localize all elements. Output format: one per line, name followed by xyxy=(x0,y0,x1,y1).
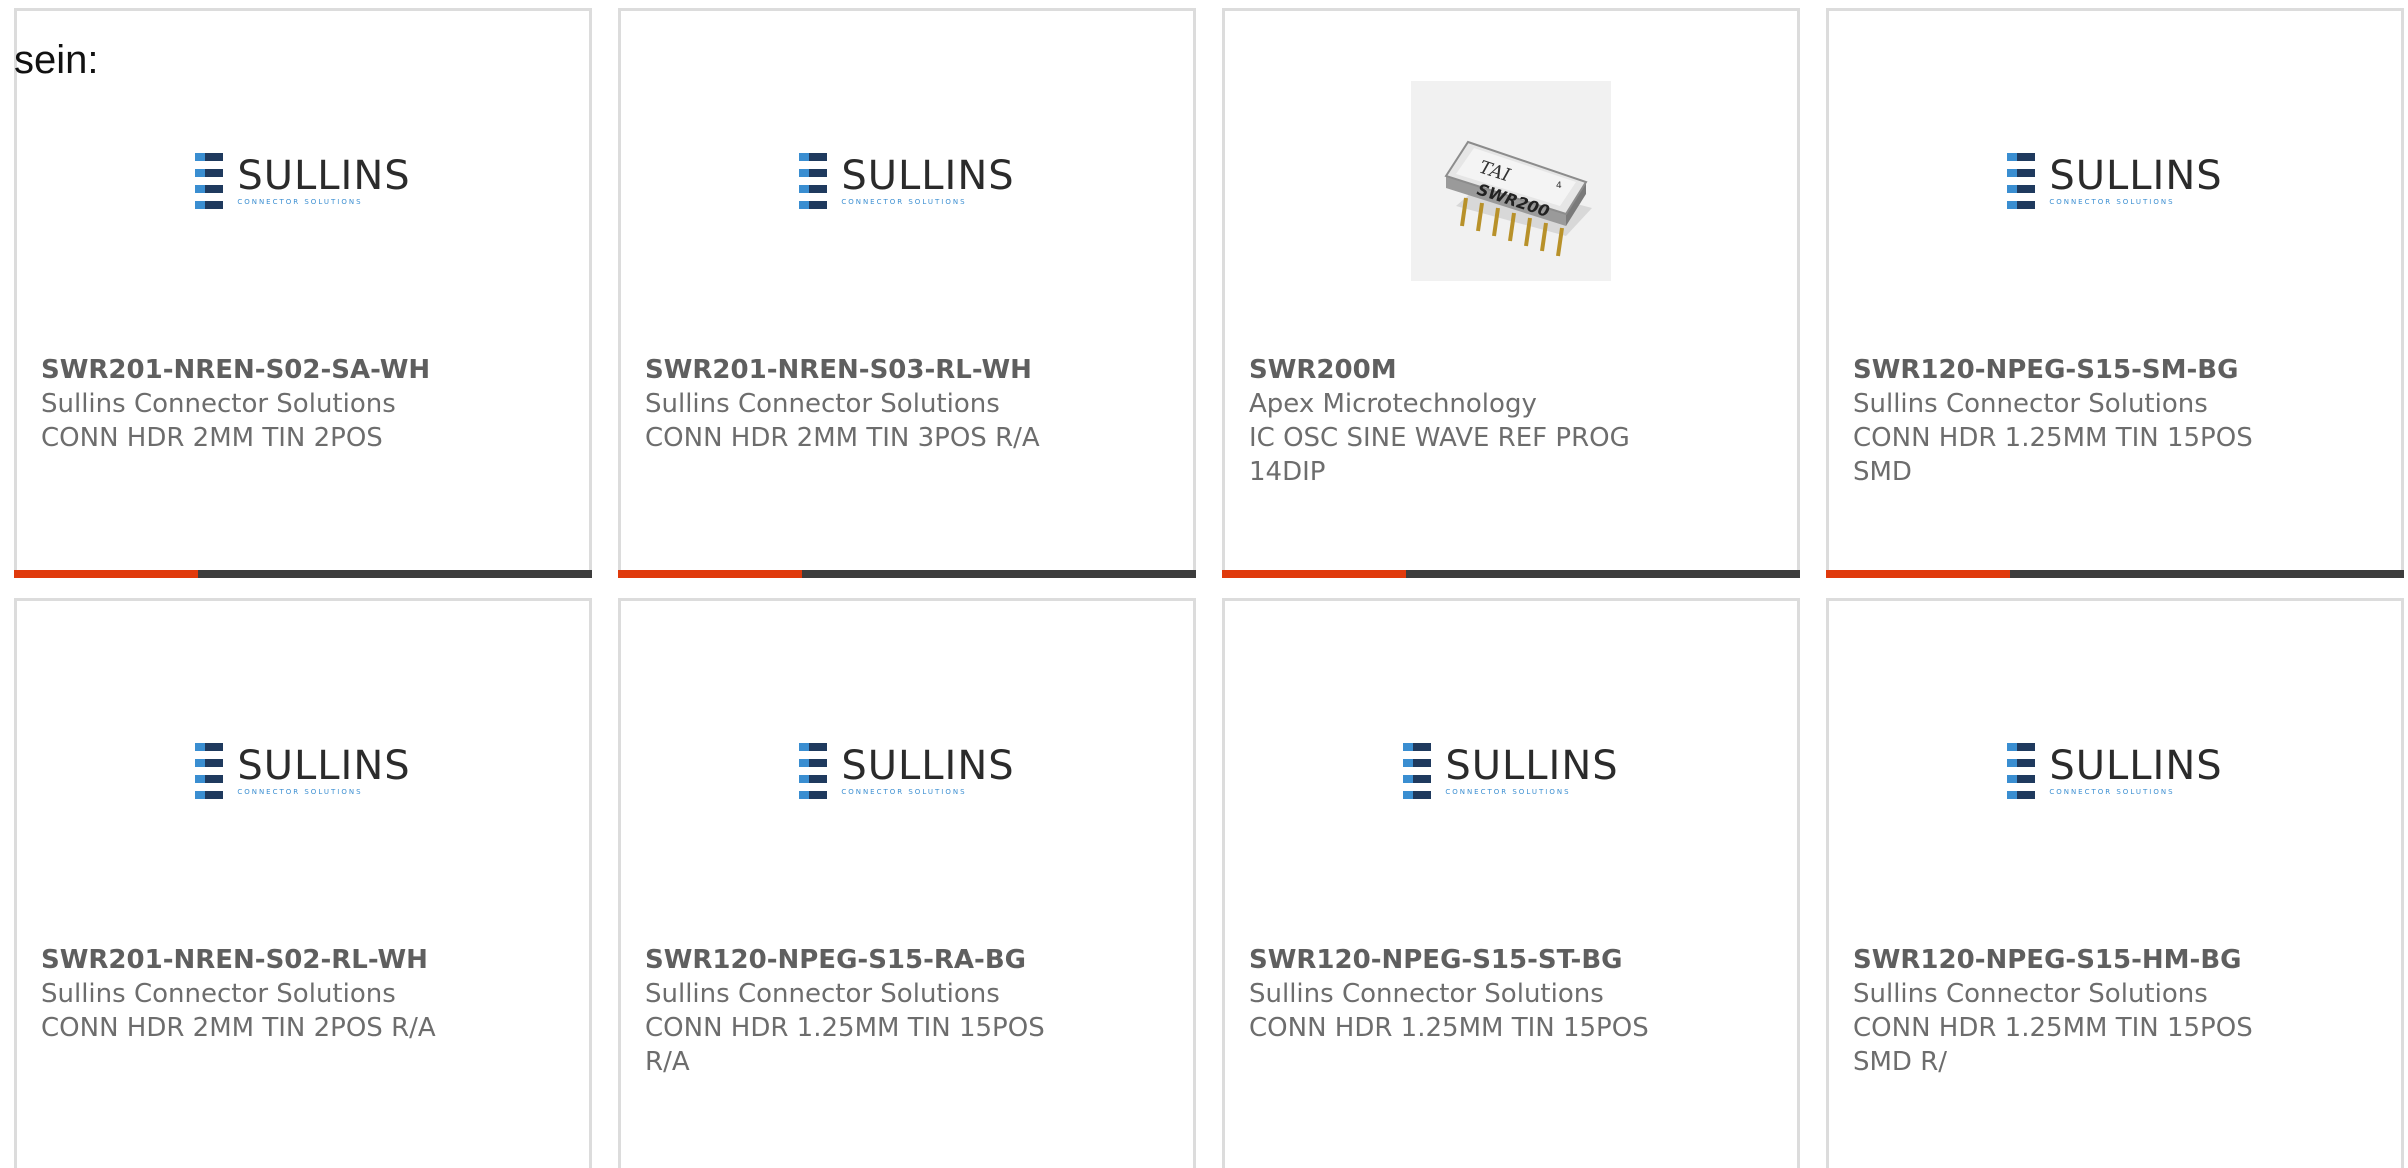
product-image: SULLINS CONNECTOR SOLUTIONS xyxy=(621,671,1193,871)
manufacturer: Sullins Connector Solutions xyxy=(1853,979,2208,1009)
sullins-logo: SULLINS CONNECTOR SOLUTIONS xyxy=(799,743,1014,799)
sullins-logo: SULLINS CONNECTOR SOLUTIONS xyxy=(2007,153,2222,209)
card-bottom-bar xyxy=(14,570,592,578)
part-number[interactable]: SWR120-NPEG-S15-HM-BG xyxy=(1853,943,2273,977)
part-number[interactable]: SWR120-NPEG-S15-RA-BG xyxy=(645,943,1065,977)
sullins-mark-icon xyxy=(799,153,828,209)
sullins-logo-tagline: CONNECTOR SOLUTIONS xyxy=(2049,788,2175,796)
sullins-logo-tagline: CONNECTOR SOLUTIONS xyxy=(841,198,967,206)
part-number[interactable]: SWR201-NREN-S02-SA-WH xyxy=(41,353,461,387)
chip-package-icon: TAI SWR200 4 xyxy=(1444,140,1592,257)
sullins-logo-tagline: CONNECTOR SOLUTIONS xyxy=(2049,198,2175,206)
sullins-logo-name: SULLINS xyxy=(237,153,411,199)
product-card[interactable]: SULLINS CONNECTOR SOLUTIONS SWR120-NPEG-… xyxy=(618,598,1196,1168)
product-image: SULLINS CONNECTOR SOLUTIONS xyxy=(621,81,1193,281)
product-image: SULLINS CONNECTOR SOLUTIONS xyxy=(1829,671,2401,871)
sullins-logo: SULLINS CONNECTOR SOLUTIONS xyxy=(2007,743,2222,799)
part-number[interactable]: SWR120-NPEG-S15-ST-BG xyxy=(1249,943,1669,977)
card-bottom-bar xyxy=(1222,570,1800,578)
chip-pin-mark: 4 xyxy=(1556,181,1562,191)
product-card[interactable]: TAI SWR200 4 SWR200M Apex Microtechnolog… xyxy=(1222,8,1800,578)
description: CONN HDR 1.25MM TIN 15POS SMD R/ xyxy=(1853,1013,2253,1077)
sullins-logo-name: SULLINS xyxy=(1445,743,1619,789)
sullins-logo-name: SULLINS xyxy=(237,743,411,789)
sullins-logo-name: SULLINS xyxy=(841,153,1015,199)
part-number[interactable]: SWR120-NPEG-S15-SM-BG xyxy=(1853,353,2273,387)
sullins-mark-icon xyxy=(195,743,224,799)
part-number[interactable]: SWR201-NREN-S02-RL-WH xyxy=(41,943,461,977)
product-image: SULLINS CONNECTOR SOLUTIONS xyxy=(1829,81,2401,281)
manufacturer: Sullins Connector Solutions xyxy=(1249,979,1604,1009)
product-card[interactable]: SULLINS CONNECTOR SOLUTIONS SWR201-NREN-… xyxy=(618,8,1196,578)
sullins-logo-name: SULLINS xyxy=(2049,153,2223,199)
product-grid: SULLINS CONNECTOR SOLUTIONS SWR201-NREN-… xyxy=(14,8,2408,1168)
card-bottom-bar xyxy=(1826,570,2404,578)
sullins-mark-icon xyxy=(2007,153,2036,209)
card-bottom-bar xyxy=(618,570,1196,578)
sullins-logo: SULLINS CONNECTOR SOLUTIONS xyxy=(1403,743,1618,799)
manufacturer: Sullins Connector Solutions xyxy=(645,389,1000,419)
sullins-logo-tagline: CONNECTOR SOLUTIONS xyxy=(237,788,363,796)
sullins-logo: SULLINS CONNECTOR SOLUTIONS xyxy=(195,153,410,209)
description: CONN HDR 2MM TIN 2POS xyxy=(41,423,383,453)
intro-text: sein: xyxy=(14,38,99,82)
product-card[interactable]: SULLINS CONNECTOR SOLUTIONS SWR120-NPEG-… xyxy=(1826,598,2404,1168)
manufacturer: Sullins Connector Solutions xyxy=(645,979,1000,1009)
sullins-logo-name: SULLINS xyxy=(2049,743,2223,789)
sullins-mark-icon xyxy=(1403,743,1432,799)
sullins-mark-icon xyxy=(799,743,828,799)
sullins-logo-tagline: CONNECTOR SOLUTIONS xyxy=(841,788,967,796)
description: CONN HDR 2MM TIN 3POS R/A xyxy=(645,423,1040,453)
product-card[interactable]: SULLINS CONNECTOR SOLUTIONS SWR120-NPEG-… xyxy=(1826,8,2404,578)
sullins-mark-icon xyxy=(195,153,224,209)
product-card[interactable]: SULLINS CONNECTOR SOLUTIONS SWR120-NPEG-… xyxy=(1222,598,1800,1168)
description: CONN HDR 2MM TIN 2POS R/A xyxy=(41,1013,436,1043)
sullins-logo-name: SULLINS xyxy=(841,743,1015,789)
sullins-mark-icon xyxy=(2007,743,2036,799)
sullins-logo-tagline: CONNECTOR SOLUTIONS xyxy=(237,198,363,206)
sullins-logo-tagline: CONNECTOR SOLUTIONS xyxy=(1445,788,1571,796)
part-number[interactable]: SWR200M xyxy=(1249,353,1669,387)
product-image: SULLINS CONNECTOR SOLUTIONS xyxy=(17,81,589,281)
description: CONN HDR 1.25MM TIN 15POS SMD xyxy=(1853,423,2253,487)
sullins-logo: SULLINS CONNECTOR SOLUTIONS xyxy=(195,743,410,799)
manufacturer: Apex Microtechnology xyxy=(1249,389,1537,419)
manufacturer: Sullins Connector Solutions xyxy=(41,389,396,419)
manufacturer: Sullins Connector Solutions xyxy=(1853,389,2208,419)
product-image: SULLINS CONNECTOR SOLUTIONS xyxy=(1225,671,1797,871)
description: CONN HDR 1.25MM TIN 15POS R/A xyxy=(645,1013,1045,1077)
product-card[interactable]: SULLINS CONNECTOR SOLUTIONS SWR201-NREN-… xyxy=(14,598,592,1168)
product-card[interactable]: SULLINS CONNECTOR SOLUTIONS SWR201-NREN-… xyxy=(14,8,592,578)
product-image: TAI SWR200 4 xyxy=(1225,81,1797,281)
chip-photo: TAI SWR200 4 xyxy=(1411,81,1611,281)
description: IC OSC SINE WAVE REF PROG 14DIP xyxy=(1249,423,1630,487)
manufacturer: Sullins Connector Solutions xyxy=(41,979,396,1009)
sullins-logo: SULLINS CONNECTOR SOLUTIONS xyxy=(799,153,1014,209)
description: CONN HDR 1.25MM TIN 15POS xyxy=(1249,1013,1649,1043)
part-number[interactable]: SWR201-NREN-S03-RL-WH xyxy=(645,353,1065,387)
product-image: SULLINS CONNECTOR SOLUTIONS xyxy=(17,671,589,871)
